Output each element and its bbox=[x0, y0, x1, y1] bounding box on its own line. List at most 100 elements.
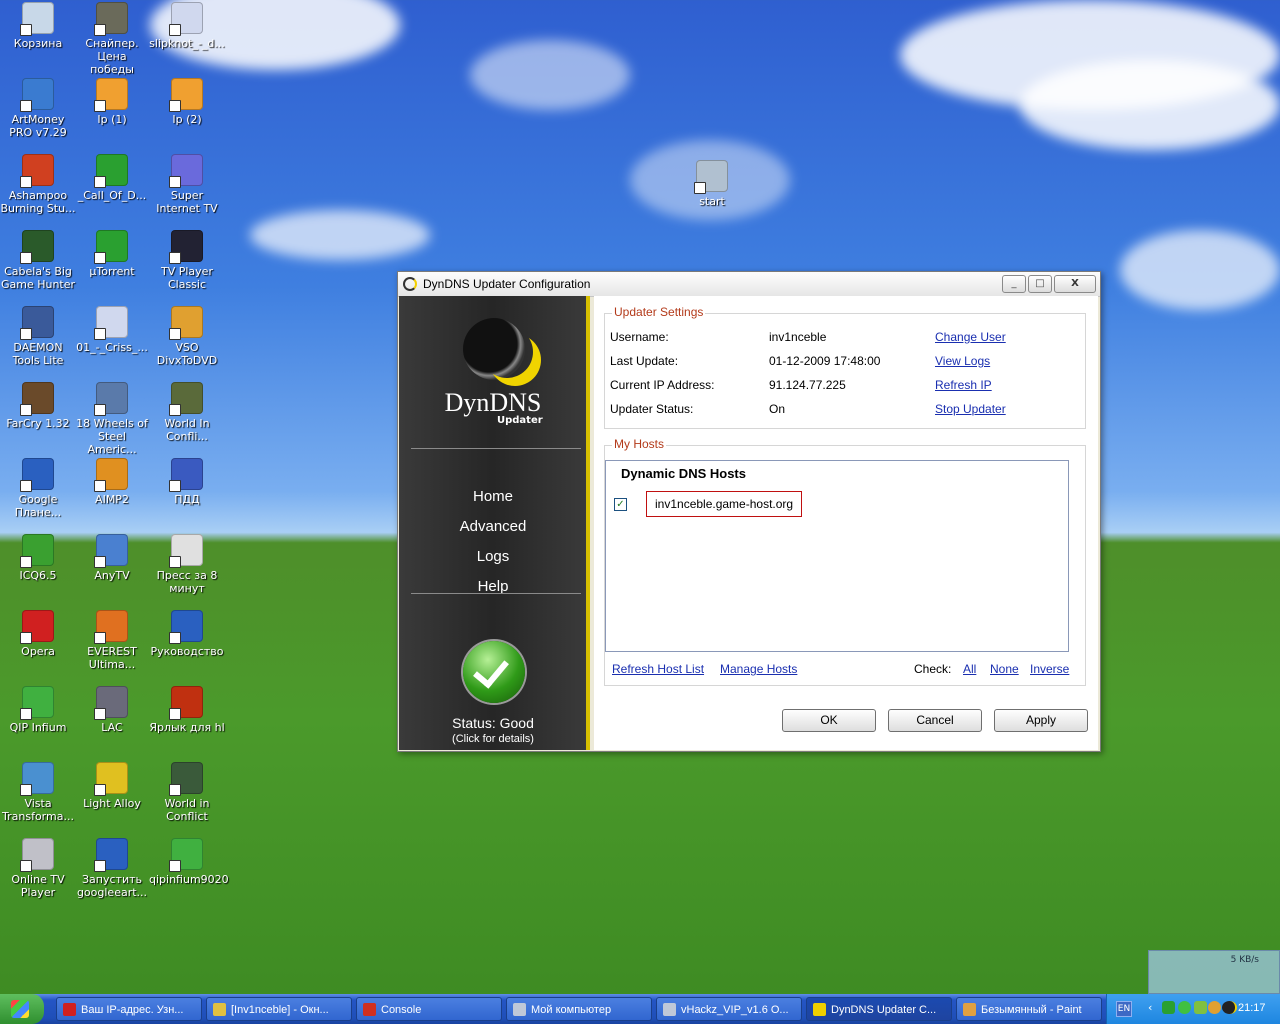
desktop-icon[interactable]: _Call_Of_D... bbox=[74, 154, 150, 202]
taskbar-button[interactable]: Console bbox=[356, 997, 502, 1021]
desktop-icon[interactable]: World in Conflict bbox=[149, 762, 225, 823]
shortcut-icon bbox=[94, 78, 128, 112]
qip-tray-icon[interactable] bbox=[1178, 1001, 1191, 1014]
main-panel: Updater Settings Username: inv1nceble Ch… bbox=[594, 296, 1098, 750]
current-ip-value: 91.124.77.225 bbox=[769, 378, 846, 392]
status-details-hint[interactable]: (Click for details) bbox=[399, 733, 587, 745]
status-check-icon[interactable] bbox=[463, 641, 525, 703]
desktop-icon[interactable]: qipinfium9020 bbox=[149, 838, 229, 886]
refresh-ip-link[interactable]: Refresh IP bbox=[935, 378, 992, 392]
desktop-icon-label: Opera bbox=[21, 645, 55, 658]
ok-button[interactable]: OK bbox=[782, 709, 876, 732]
desktop-icon[interactable]: Ip (1) bbox=[74, 78, 150, 126]
utorrent-tray-icon[interactable] bbox=[1162, 1001, 1175, 1014]
desktop-icon[interactable]: Cabela's Big Game Hunter bbox=[0, 230, 76, 291]
language-indicator[interactable]: EN bbox=[1116, 1001, 1132, 1017]
check-all-link[interactable]: All bbox=[963, 662, 976, 676]
desktop-icon[interactable]: VSO DivxToDVD bbox=[149, 306, 225, 367]
shortcut-icon bbox=[20, 382, 54, 416]
desktop-icon[interactable]: EVEREST Ultima... bbox=[74, 610, 150, 671]
shortcut-icon bbox=[94, 382, 128, 416]
title-bar[interactable]: DynDNS Updater Configuration _ □ X bbox=[398, 272, 1100, 297]
desktop-icon[interactable]: Vista Transforma... bbox=[0, 762, 76, 823]
desktop-icon[interactable]: AIMP2 bbox=[74, 458, 150, 506]
desktop-icon[interactable]: Снайпер. Цена победы bbox=[74, 2, 150, 76]
tray-expand-icon[interactable]: ‹ bbox=[1148, 1001, 1161, 1014]
nav-advanced[interactable]: Advanced bbox=[399, 518, 587, 535]
start-button[interactable] bbox=[0, 994, 44, 1024]
desktop-icon[interactable]: AnyTV bbox=[74, 534, 150, 582]
shortcut-icon bbox=[94, 686, 128, 720]
desktop-icon[interactable]: Ashampoo Burning Stu... bbox=[0, 154, 76, 215]
shortcut-icon bbox=[20, 458, 54, 492]
maximize-button[interactable]: □ bbox=[1028, 275, 1052, 293]
desktop-icon[interactable]: ICQ6.5 bbox=[0, 534, 76, 582]
desktop-icon[interactable]: TV Player Classic bbox=[149, 230, 225, 291]
desktop-icon[interactable]: ПДД bbox=[149, 458, 225, 506]
minimize-button[interactable]: _ bbox=[1002, 275, 1026, 293]
desktop-icon[interactable]: Online TV Player bbox=[0, 838, 76, 899]
desktop-icon[interactable]: LAC bbox=[74, 686, 150, 734]
desktop-icon[interactable]: Ярлык для hl bbox=[149, 686, 225, 734]
desktop-icon[interactable]: Super Internet TV bbox=[149, 154, 225, 215]
task-app-icon bbox=[363, 1003, 376, 1016]
status-text[interactable]: Status: Good bbox=[399, 715, 587, 731]
desktop-icon-label: Ip (2) bbox=[172, 113, 202, 126]
taskbar-button-label: Безымянный - Paint bbox=[981, 1004, 1082, 1016]
nav-home[interactable]: Home bbox=[399, 488, 587, 505]
aimp-tray-icon[interactable] bbox=[1208, 1001, 1221, 1014]
check-none-link[interactable]: None bbox=[990, 662, 1019, 676]
network-monitor-widget[interactable]: 5 KB/s bbox=[1148, 950, 1280, 994]
shortcut-icon bbox=[694, 160, 728, 194]
task-app-icon bbox=[663, 1003, 676, 1016]
desktop-icon[interactable]: Руководство bbox=[149, 610, 225, 658]
hosts-list: Dynamic DNS Hosts ✓ inv1nceble.game-host… bbox=[605, 460, 1069, 652]
desktop-icon[interactable]: 01_-_Criss_... bbox=[74, 306, 150, 354]
desktop-icon-label: Online TV Player bbox=[11, 873, 65, 899]
view-logs-link[interactable]: View Logs bbox=[935, 354, 990, 368]
check-inverse-link[interactable]: Inverse bbox=[1030, 662, 1069, 676]
close-button[interactable]: X bbox=[1054, 275, 1096, 293]
desktop-icon[interactable]: QIP Infium bbox=[0, 686, 76, 734]
taskbar-button[interactable]: Безымянный - Paint bbox=[956, 997, 1102, 1021]
taskbar-button[interactable]: [Inv1nceble] - Окн... bbox=[206, 997, 352, 1021]
network-tray-icon[interactable] bbox=[1194, 1001, 1207, 1014]
desktop-icon-label: VSO DivxToDVD bbox=[156, 341, 218, 367]
brand-name: DynDNS bbox=[444, 388, 542, 417]
desktop-icon[interactable]: slipknot_-_d... bbox=[149, 2, 225, 50]
desktop-icon[interactable]: Корзина bbox=[0, 2, 76, 50]
clock[interactable]: 21:17 bbox=[1238, 1002, 1266, 1014]
stop-updater-link[interactable]: Stop Updater bbox=[935, 402, 1006, 416]
desktop-icon[interactable]: Opera bbox=[0, 610, 76, 658]
desktop-icon-label: DAEMON Tools Lite bbox=[12, 341, 64, 367]
refresh-host-list-link[interactable]: Refresh Host List bbox=[612, 662, 704, 676]
desktop-icon-label: Ip (1) bbox=[97, 113, 127, 126]
desktop-icon[interactable]: Запустить googleeart... bbox=[74, 838, 150, 899]
manage-hosts-link[interactable]: Manage Hosts bbox=[720, 662, 797, 676]
desktop-icon[interactable]: start bbox=[674, 160, 750, 208]
desktop-icon[interactable]: 18 Wheels of Steel Americ... bbox=[74, 382, 150, 456]
desktop-icon[interactable]: Google Плане... bbox=[0, 458, 76, 519]
updater-status-value: On bbox=[769, 402, 786, 416]
nav-logs[interactable]: Logs bbox=[399, 548, 587, 565]
desktop-icon[interactable]: Ip (2) bbox=[149, 78, 225, 126]
host-checkbox[interactable]: ✓ bbox=[614, 498, 627, 511]
cancel-button[interactable]: Cancel bbox=[888, 709, 982, 732]
shortcut-icon bbox=[169, 762, 203, 796]
taskbar-button[interactable]: vHackz_VIP_v1.6 O... bbox=[656, 997, 802, 1021]
apply-button[interactable]: Apply bbox=[994, 709, 1088, 732]
desktop-icon[interactable]: ArtMoney PRO v7.29 bbox=[0, 78, 76, 139]
desktop-icon[interactable]: Пресс за 8 минут bbox=[149, 534, 225, 595]
desktop-icon[interactable]: FarCry 1.32 bbox=[0, 382, 76, 430]
change-user-link[interactable]: Change User bbox=[935, 330, 1006, 344]
desktop-icon[interactable]: µTorrent bbox=[74, 230, 150, 278]
dyndns-tray-icon[interactable] bbox=[1222, 1001, 1237, 1014]
desktop-icon[interactable]: DAEMON Tools Lite bbox=[0, 306, 76, 367]
desktop-icon[interactable]: World In Confli... bbox=[149, 382, 225, 443]
desktop-icon-label: Cabela's Big Game Hunter bbox=[0, 265, 76, 291]
host-name[interactable]: inv1nceble.game-host.org bbox=[646, 491, 803, 517]
taskbar-button[interactable]: Ваш IP-адрес. Узн... bbox=[56, 997, 202, 1021]
desktop-icon[interactable]: Light Alloy bbox=[74, 762, 150, 810]
taskbar-button[interactable]: Мой компьютер bbox=[506, 997, 652, 1021]
taskbar-button[interactable]: DynDNS Updater C... bbox=[806, 997, 952, 1021]
